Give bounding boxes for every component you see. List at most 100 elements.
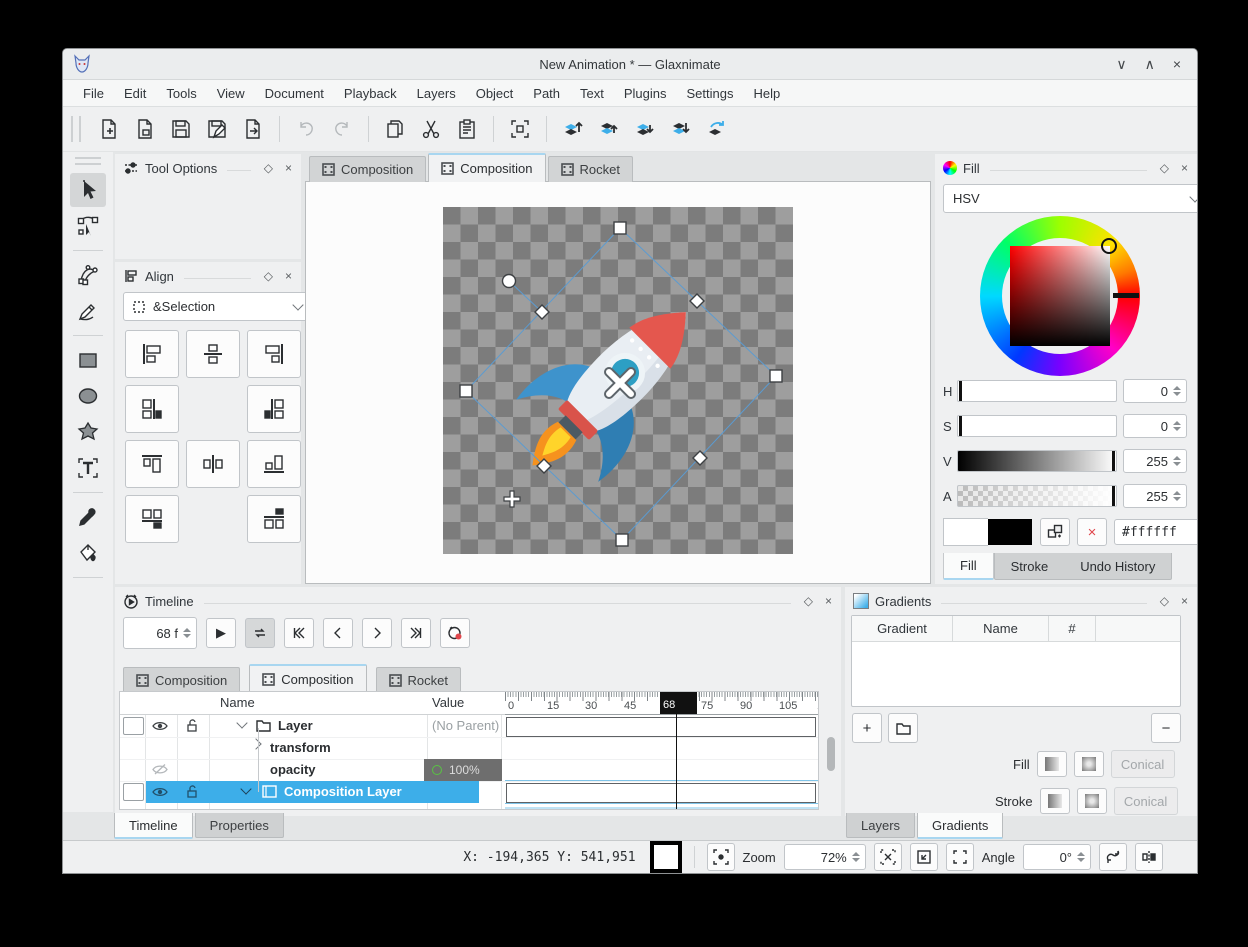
record-keyframes-button[interactable] [440, 618, 470, 648]
stroke-conical-gradient-button[interactable]: Conical [1114, 787, 1178, 815]
tool-node-edit[interactable] [70, 209, 106, 243]
selection-handle-top[interactable] [614, 222, 626, 234]
float-panel-button[interactable]: ◇ [1157, 594, 1172, 608]
tool-ellipse[interactable] [70, 379, 106, 413]
layer-raise-top-button[interactable] [557, 113, 589, 145]
remove-gradient-button[interactable]: − [1151, 713, 1181, 743]
hue-slider[interactable] [957, 380, 1117, 402]
timeline-tab-composition-2[interactable]: Composition [249, 664, 366, 693]
redo-button[interactable] [326, 113, 358, 145]
anchor-handle[interactable] [504, 491, 520, 507]
menu-settings[interactable]: Settings [677, 86, 744, 101]
zoom-spinbox[interactable]: 72% [784, 844, 866, 870]
track-bar-composition-layer[interactable] [506, 783, 816, 803]
hue-wheel[interactable] [980, 216, 1140, 376]
dock-tab-timeline[interactable]: Timeline [114, 813, 193, 839]
tool-bezier[interactable] [70, 258, 106, 292]
toolbar-handle[interactable] [71, 116, 81, 142]
menu-path[interactable]: Path [523, 86, 570, 101]
fill-conical-gradient-button[interactable]: Conical [1111, 750, 1175, 778]
menu-object[interactable]: Object [466, 86, 524, 101]
float-panel-button[interactable]: ◇ [801, 594, 816, 608]
menu-text[interactable]: Text [570, 86, 614, 101]
sv-marker[interactable] [1101, 238, 1117, 254]
current-frame-indicator[interactable]: 68 [660, 692, 697, 714]
clear-color-button[interactable]: × [1077, 518, 1107, 546]
tab-undo-history[interactable]: Undo History [1064, 553, 1171, 579]
gradients-table[interactable]: Gradient Name # [851, 615, 1181, 707]
close-button[interactable]: × [1173, 56, 1181, 73]
tool-text[interactable] [70, 451, 106, 485]
reset-rotation-button[interactable] [1099, 843, 1127, 871]
tab-fill[interactable]: Fill [943, 553, 994, 580]
tool-fill-bucket[interactable] [70, 536, 106, 570]
tool-draw[interactable] [70, 294, 106, 328]
float-panel-button[interactable]: ◇ [261, 161, 276, 175]
layer-raise-button[interactable] [593, 113, 625, 145]
menu-view[interactable]: View [207, 86, 255, 101]
undo-button[interactable] [290, 113, 322, 145]
save-button[interactable] [165, 113, 197, 145]
toolbar-handle[interactable] [75, 157, 101, 165]
dock-tab-gradients[interactable]: Gradients [917, 813, 1003, 839]
selection-handle-bottom[interactable] [616, 534, 628, 546]
close-panel-button[interactable]: × [1178, 594, 1191, 608]
color-space-select[interactable]: HSV [943, 184, 1198, 213]
close-panel-button[interactable]: × [822, 594, 835, 608]
tool-color-picker[interactable] [70, 500, 106, 534]
align-target-select[interactable]: &Selection [123, 292, 311, 321]
alpha-spinbox[interactable]: 255 [1123, 484, 1187, 508]
align-bottom-button[interactable] [247, 440, 301, 488]
visible-icon[interactable] [152, 720, 168, 732]
dock-tab-properties[interactable]: Properties [195, 813, 284, 838]
menu-tools[interactable]: Tools [156, 86, 206, 101]
hex-color-field[interactable]: #ffffff [1114, 519, 1198, 545]
menu-playback[interactable]: Playback [334, 86, 407, 101]
canvas-tab-composition-2[interactable]: Composition [428, 153, 545, 182]
hue-spinbox[interactable]: 0 [1123, 379, 1187, 403]
saturation-slider[interactable] [957, 415, 1117, 437]
swap-colors-button[interactable] [1040, 518, 1070, 546]
opacity-value-badge[interactable]: 100% [424, 759, 502, 781]
center-view-button[interactable] [707, 843, 735, 871]
dock-tab-layers[interactable]: Layers [846, 813, 915, 838]
fill-radial-gradient-button[interactable] [1074, 751, 1104, 777]
menu-plugins[interactable]: Plugins [614, 86, 677, 101]
current-color-swatch[interactable] [943, 518, 988, 546]
tool-star[interactable] [70, 415, 106, 449]
flip-view-button[interactable] [1135, 843, 1163, 871]
zoom-to-selection-button[interactable] [910, 843, 938, 871]
align-outside-bottom-button[interactable] [247, 495, 301, 543]
loop-button[interactable] [245, 618, 275, 648]
fill-linear-gradient-button[interactable] [1037, 751, 1067, 777]
menu-document[interactable]: Document [255, 86, 334, 101]
hidden-icon[interactable] [152, 763, 168, 776]
frame-button[interactable] [946, 843, 974, 871]
align-center-horizontal-button[interactable] [186, 330, 240, 378]
layer-lower-bottom-button[interactable] [665, 113, 697, 145]
menu-layers[interactable]: Layers [407, 86, 466, 101]
save-as-button[interactable] [201, 113, 233, 145]
timeline-row-transform[interactable]: transform [120, 737, 818, 760]
tab-stroke[interactable]: Stroke [995, 553, 1065, 579]
frame-all-button[interactable] [504, 113, 536, 145]
timeline-ruler[interactable]: 0 15 30 45 68 75 90 105 120 [505, 692, 818, 715]
export-button[interactable] [237, 113, 269, 145]
align-outside-left-button[interactable] [125, 385, 179, 433]
add-gradient-button[interactable]: + [852, 713, 882, 743]
tool-select[interactable] [70, 173, 106, 207]
align-outside-right-button[interactable] [247, 385, 301, 433]
fit-view-button[interactable] [874, 843, 902, 871]
previous-frame-button[interactable] [323, 618, 353, 648]
expand-collapse-icon[interactable] [236, 717, 247, 728]
row-checkbox[interactable] [123, 717, 144, 735]
close-panel-button[interactable]: × [1178, 161, 1191, 175]
menu-file[interactable]: File [73, 86, 114, 101]
layer-to-composition-button[interactable] [701, 113, 733, 145]
cut-button[interactable] [415, 113, 447, 145]
menu-help[interactable]: Help [744, 86, 791, 101]
angle-spinbox[interactable]: 0° [1023, 844, 1091, 870]
stroke-linear-gradient-button[interactable] [1040, 788, 1070, 814]
align-left-button[interactable] [125, 330, 179, 378]
timeline-scrollbar[interactable] [827, 737, 835, 771]
